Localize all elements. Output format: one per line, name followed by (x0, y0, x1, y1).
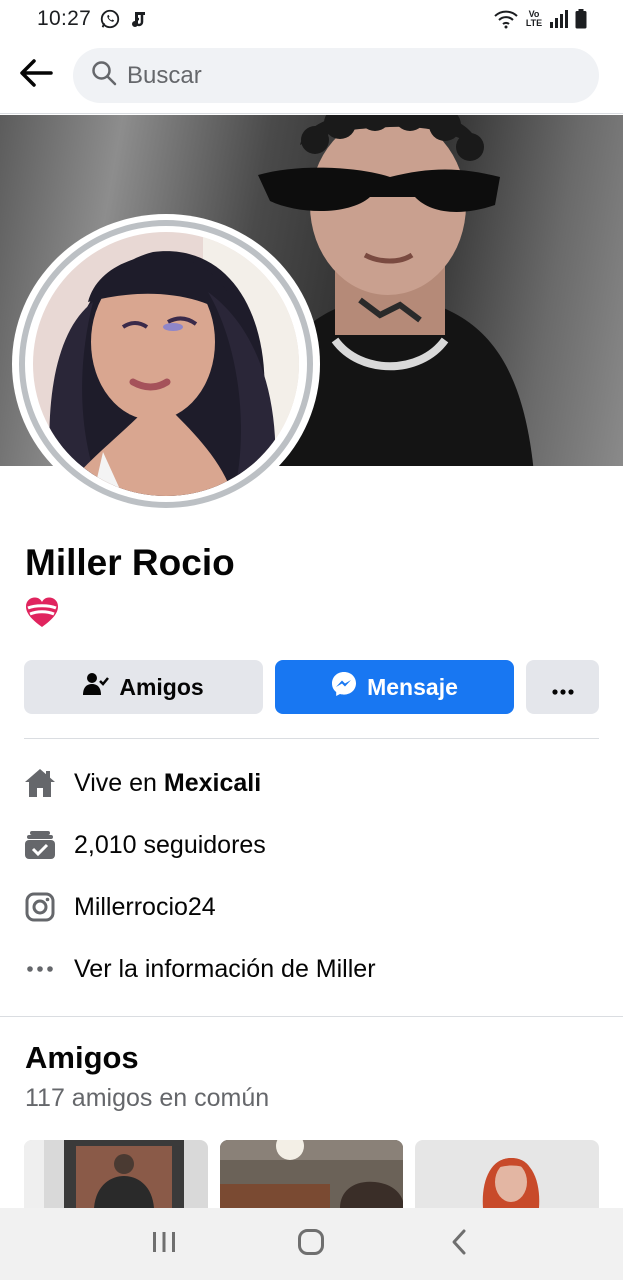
avatar-photo (33, 232, 299, 496)
back-button[interactable] (0, 38, 72, 114)
recent-apps-button[interactable] (134, 1214, 194, 1274)
more-dots-icon (551, 674, 574, 701)
volte-icon: Vo LTE (525, 10, 543, 28)
profile-name: Miller Rocio (25, 542, 235, 583)
system-nav-bar (0, 1208, 623, 1280)
search-icon (91, 60, 117, 91)
whatsapp-icon (99, 8, 121, 30)
friends-section-title: Amigos (25, 1040, 139, 1075)
music-note-icon (129, 9, 147, 29)
more-info-text: Ver la información de Miller (74, 954, 376, 983)
actions-divider (24, 738, 599, 739)
friend-thumbnail[interactable] (415, 1140, 600, 1208)
section-divider (0, 1016, 623, 1017)
status-left: 10:27 (37, 7, 147, 31)
profile-actions: Amigos Mensaje (24, 660, 599, 714)
message-button[interactable]: Mensaje (275, 660, 514, 714)
heart-emoji-icon (25, 596, 59, 630)
lives-in-prefix: Vive en (74, 768, 164, 797)
home-button[interactable] (281, 1214, 341, 1274)
chevron-left-icon (450, 1228, 468, 1261)
ellipsis-icon (24, 953, 56, 985)
friends-grid (24, 1140, 600, 1208)
message-button-label: Mensaje (367, 673, 458, 700)
system-back-button[interactable] (429, 1214, 489, 1274)
status-right: Vo LTE (493, 9, 587, 29)
home-icon (24, 767, 56, 799)
status-time: 10:27 (37, 7, 92, 30)
followers-text: 2,010 seguidores (74, 830, 266, 859)
home-circle-icon (297, 1228, 325, 1261)
detail-lives-in: Vive en Mexicali (24, 752, 599, 814)
detail-instagram[interactable]: Millerrocio24 (24, 876, 599, 938)
wifi-icon (493, 9, 519, 29)
instagram-icon (24, 891, 56, 923)
top-app-bar (0, 38, 623, 114)
friend-thumbnail[interactable] (24, 1140, 208, 1208)
search-bar[interactable] (73, 48, 599, 103)
lives-in-city[interactable]: Mexicali (164, 769, 261, 797)
recent-apps-icon (151, 1230, 177, 1259)
detail-followers[interactable]: 2,010 seguidores (24, 814, 599, 876)
detail-more-info[interactable]: Ver la información de Miller (24, 938, 599, 1000)
instagram-handle: Millerrocio24 (74, 892, 216, 921)
profile-avatar[interactable] (12, 214, 320, 514)
friends-button[interactable]: Amigos (24, 660, 263, 714)
friend-check-icon (83, 672, 110, 702)
friend-thumbnail[interactable] (219, 1140, 404, 1208)
lives-in-text: Vive en Mexicali (74, 769, 261, 798)
status-bar: 10:27 Vo LTE (0, 0, 623, 38)
mutual-friends-count: 117 amigos en común (25, 1084, 270, 1112)
more-options-button[interactable] (526, 660, 599, 714)
avatar-border (19, 220, 313, 508)
volte-label: Vo LTE (525, 9, 543, 28)
search-input[interactable] (127, 61, 547, 90)
messenger-icon (331, 671, 357, 703)
arrow-left-icon (19, 58, 53, 93)
followers-icon (24, 829, 56, 861)
battery-icon (575, 9, 587, 29)
signal-icon (549, 10, 569, 28)
friends-button-label: Amigos (119, 673, 204, 700)
profile-details: Vive en Mexicali 2,010 seguidores Miller… (24, 752, 599, 1000)
